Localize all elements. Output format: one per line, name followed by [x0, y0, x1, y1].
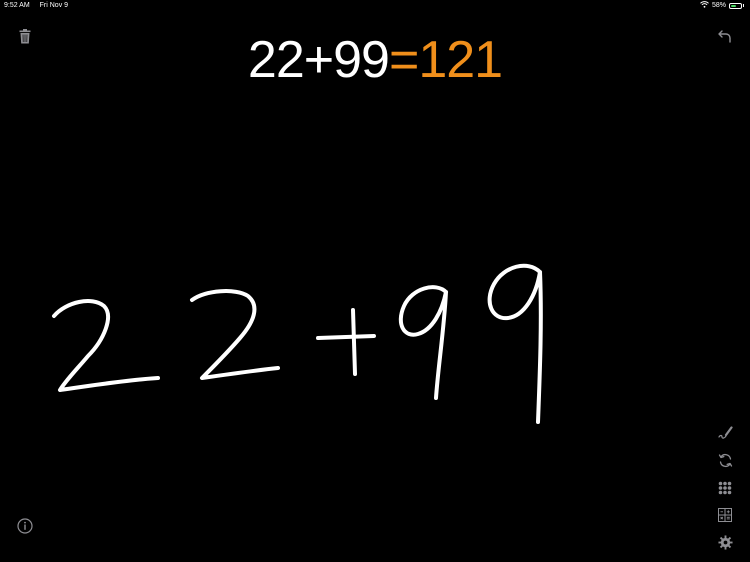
calculator-screen: 9:52 AM Fri Nov 9 58% 22+99=121: [0, 0, 750, 562]
handwritten-digit-9: [398, 285, 448, 400]
handwritten-digit-2: [52, 299, 160, 392]
status-bar: 9:52 AM Fri Nov 9 58%: [0, 0, 750, 12]
pen-button[interactable]: [715, 423, 735, 443]
status-left: 9:52 AM Fri Nov 9: [4, 2, 76, 9]
converter-button[interactable]: [715, 505, 735, 525]
battery-fill: [731, 4, 736, 7]
handwritten-plus-sign: [351, 308, 357, 376]
battery-tip: [743, 4, 744, 7]
handwritten-plus-sign: [316, 334, 376, 340]
refresh-button[interactable]: [715, 450, 735, 470]
status-time: 9:52 AM: [4, 2, 30, 9]
status-right: 58%: [700, 1, 744, 10]
battery-icon: [729, 2, 742, 9]
info-button[interactable]: [15, 516, 35, 536]
pen-icon: [717, 425, 733, 441]
keypad-icon: [718, 481, 732, 495]
wifi-icon: [700, 1, 709, 10]
status-date: Fri Nov 9: [39, 2, 69, 9]
gear-icon: [717, 534, 733, 550]
info-icon: [17, 518, 33, 534]
keypad-button[interactable]: [715, 478, 735, 498]
handwritten-digit-9: [487, 263, 543, 424]
handwriting-canvas[interactable]: [0, 70, 700, 490]
battery-percent: 58%: [711, 2, 726, 9]
refresh-icon: [718, 453, 733, 468]
grid-calculator-icon: [718, 508, 732, 522]
handwritten-digit-2: [190, 289, 280, 380]
settings-button[interactable]: [715, 532, 735, 552]
